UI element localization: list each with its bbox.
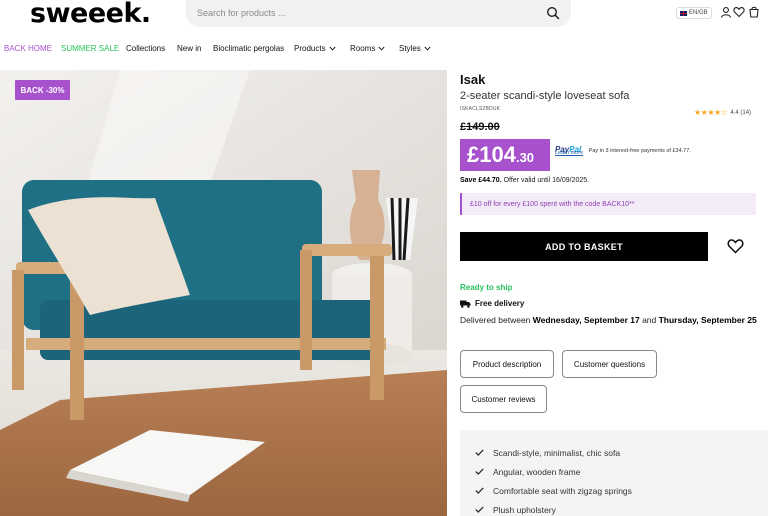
nav-item-bioclimatic-pergolas[interactable]: Bioclimatic pergolas bbox=[213, 44, 284, 53]
stock-status: Ready to ship bbox=[460, 283, 513, 292]
nav-item-products[interactable]: Products bbox=[294, 44, 336, 53]
price-cents: .30 bbox=[515, 150, 535, 165]
check-icon bbox=[475, 487, 484, 494]
offer-validity: Offer valid until 16/09/2025. bbox=[501, 177, 590, 184]
chevron-down-icon bbox=[424, 46, 431, 51]
feature-list: Scandi-style, minimalist, chic sofa Angu… bbox=[460, 430, 768, 516]
truck-icon bbox=[460, 300, 471, 308]
chevron-down-icon bbox=[329, 46, 336, 51]
add-to-wishlist-heart-icon[interactable] bbox=[727, 238, 744, 254]
current-price: £104 .30 bbox=[460, 139, 550, 171]
account-icon[interactable] bbox=[720, 6, 732, 18]
discount-badge: BACK -30% bbox=[15, 80, 70, 100]
language-label: EN/GB bbox=[689, 10, 708, 16]
feature-text: Comfortable seat with zigzag springs bbox=[493, 485, 632, 496]
feature-text: Scandi-style, minimalist, chic sofa bbox=[493, 447, 621, 458]
chevron-down-icon bbox=[378, 46, 385, 51]
price-main: £104 bbox=[467, 142, 516, 167]
rating-text: 4.4 (14) bbox=[730, 109, 752, 116]
nav-label: BACK HOME bbox=[4, 44, 53, 53]
old-price: £149.00 bbox=[460, 121, 500, 133]
product-sku: ISKACLS2BDUK bbox=[460, 106, 501, 112]
free-delivery-label: Free delivery bbox=[475, 299, 525, 308]
delivery-and: and bbox=[639, 315, 659, 325]
rating-widget[interactable]: ★★★★☆ 4.4 (14) bbox=[694, 108, 751, 117]
delivery-date-end: Thursday, September 25 bbox=[658, 315, 757, 325]
product-subtitle: 2-seater scandi-style loveseat sofa bbox=[460, 90, 630, 102]
site-header: sweeek. EN/GB bbox=[0, 0, 768, 30]
nav-label: Products bbox=[294, 44, 326, 53]
delivery-prefix: Delivered between bbox=[460, 315, 533, 325]
saving-amount: Save £44.70. bbox=[460, 177, 502, 184]
search-input[interactable] bbox=[197, 5, 527, 21]
add-to-basket-button[interactable]: ADD TO BASKET bbox=[460, 232, 708, 261]
search-icon[interactable] bbox=[546, 6, 560, 20]
paypal-learn-more-link[interactable]: Learn more bbox=[555, 150, 583, 156]
feature-text: Angular, wooden frame bbox=[493, 466, 581, 477]
customer-questions-button[interactable]: Customer questions bbox=[562, 350, 657, 378]
feature-text: Plush upholstery bbox=[493, 504, 556, 515]
list-item: Plush upholstery bbox=[475, 500, 768, 516]
nav-item-styles[interactable]: Styles bbox=[399, 44, 431, 53]
uk-flag-icon bbox=[680, 10, 687, 16]
promo-banner: £10 off for every £100 spent with the co… bbox=[460, 193, 756, 215]
product-description-button[interactable]: Product description bbox=[460, 350, 554, 378]
list-item: Scandi-style, minimalist, chic sofa bbox=[475, 443, 768, 462]
paypal-installments: PayPal Pay in 3 interest-free payments o… bbox=[555, 139, 725, 157]
nav-item-rooms[interactable]: Rooms bbox=[350, 44, 385, 53]
nav-item-summer-sale[interactable]: SUMMER SALE bbox=[61, 44, 119, 53]
product-name: Isak bbox=[460, 72, 486, 87]
nav-label: New in bbox=[177, 44, 202, 53]
check-icon bbox=[475, 506, 484, 513]
main-navigation: BACK HOME SUMMER SALE Collections New in… bbox=[0, 44, 768, 58]
star-rating-icon: ★★★★☆ bbox=[694, 108, 728, 117]
paypal-text: Pay in 3 interest-free payments of £34.7… bbox=[588, 148, 691, 154]
site-logo[interactable]: sweeek. bbox=[30, 0, 151, 29]
delivery-date-start: Wednesday, September 17 bbox=[532, 315, 640, 325]
list-item: Angular, wooden frame bbox=[475, 462, 768, 481]
check-icon bbox=[475, 468, 484, 475]
nav-label: Bioclimatic pergolas bbox=[213, 44, 285, 53]
customer-reviews-button[interactable]: Customer reviews bbox=[460, 385, 547, 413]
list-item: Comfortable seat with zigzag springs bbox=[475, 481, 768, 500]
product-image[interactable] bbox=[0, 70, 447, 516]
nav-item-collections[interactable]: Collections bbox=[126, 44, 165, 53]
language-selector[interactable]: EN/GB bbox=[676, 7, 712, 19]
cart-icon[interactable] bbox=[748, 6, 760, 18]
saving-info: Save £44.70. Offer valid until 16/09/202… bbox=[460, 177, 589, 184]
nav-item-new-in[interactable]: New in bbox=[177, 44, 201, 53]
search-bar[interactable] bbox=[186, 0, 571, 27]
delivery-window: Delivered between Wednesday, September 1… bbox=[460, 314, 760, 327]
nav-label: Collections bbox=[126, 44, 166, 53]
wishlist-icon[interactable] bbox=[733, 6, 745, 18]
nav-label: SUMMER SALE bbox=[61, 44, 120, 53]
sofa-photo-illustration bbox=[0, 70, 447, 516]
check-icon bbox=[475, 449, 484, 456]
nav-label: Rooms bbox=[350, 44, 376, 53]
nav-label: Styles bbox=[399, 44, 421, 53]
nav-item-back-home[interactable]: BACK HOME bbox=[4, 44, 52, 53]
free-delivery: Free delivery bbox=[460, 299, 524, 308]
